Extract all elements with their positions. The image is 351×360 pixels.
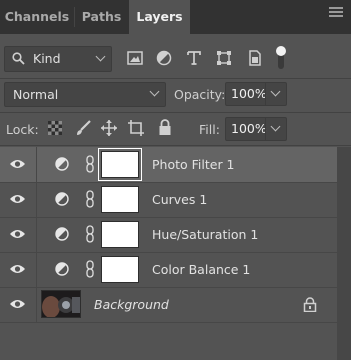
layer-row-hue-saturation[interactable]: Hue/Saturation 1 <box>0 217 337 253</box>
layer-thumbnail[interactable] <box>41 290 81 318</box>
opacity-field[interactable]: 100% <box>225 82 287 106</box>
opacity-dropdown[interactable] <box>265 83 286 105</box>
panel-menu-icon[interactable] <box>329 7 343 17</box>
visibility-toggle[interactable] <box>0 252 37 287</box>
layer-mask-thumbnail[interactable] <box>101 221 139 248</box>
layer-name: Color Balance 1 <box>152 262 251 277</box>
eye-icon <box>10 195 25 203</box>
layer-mask-thumbnail[interactable] <box>101 186 139 213</box>
tab-channels[interactable]: Channels <box>0 0 74 34</box>
layer-row-curves[interactable]: Curves 1 <box>0 182 337 218</box>
lock-image-pixels-icon[interactable] <box>74 119 92 137</box>
lock-icon[interactable] <box>303 297 317 312</box>
layer-row-background[interactable]: Background <box>0 287 337 323</box>
chain-link-icon[interactable] <box>86 225 94 243</box>
layer-mask-thumbnail[interactable] <box>101 256 139 283</box>
layer-row-color-balance[interactable]: Color Balance 1 <box>0 252 337 288</box>
chevron-down-icon <box>149 86 160 97</box>
eye-icon <box>10 230 25 238</box>
smart-object-filter-icon[interactable] <box>246 49 264 67</box>
search-icon <box>12 52 25 65</box>
fill-label: Fill: <box>199 122 220 137</box>
type-filter-icon[interactable] <box>185 49 203 67</box>
shape-filter-icon[interactable] <box>215 49 233 67</box>
adjustment-layer-icon <box>55 157 69 171</box>
filter-kind-label: Kind <box>33 51 61 66</box>
lock-position-icon[interactable] <box>100 119 118 137</box>
blend-mode-value: Normal <box>13 87 59 102</box>
layer-name: Photo Filter 1 <box>152 157 235 172</box>
tab-layers[interactable]: Layers <box>129 0 190 34</box>
visibility-toggle[interactable] <box>0 147 37 182</box>
adjustment-layer-icon <box>55 262 69 276</box>
fill-field[interactable]: 100% <box>225 117 287 141</box>
divider <box>0 145 351 146</box>
lock-artboard-icon[interactable] <box>127 119 145 137</box>
chain-link-icon[interactable] <box>86 155 94 173</box>
chevron-down-icon <box>95 51 106 62</box>
fill-dropdown[interactable] <box>265 118 286 140</box>
visibility-toggle[interactable] <box>0 182 37 217</box>
layer-name: Hue/Saturation 1 <box>152 227 259 242</box>
opacity-value: 100% <box>231 86 267 101</box>
chain-link-icon[interactable] <box>86 190 94 208</box>
opacity-label: Opacity: <box>174 87 226 102</box>
panel-tab-bar: Channels Paths Layers <box>0 0 351 34</box>
eye-icon <box>10 300 25 308</box>
thumbnail-image <box>42 291 80 317</box>
divider <box>0 112 351 113</box>
fill-value: 100% <box>231 121 267 136</box>
blend-mode-select[interactable]: Normal <box>4 82 166 107</box>
chevron-down-icon <box>270 121 281 132</box>
layer-name: Curves 1 <box>152 192 208 207</box>
layer-mask-thumbnail[interactable] <box>98 148 142 181</box>
adjustment-filter-icon[interactable] <box>155 49 173 67</box>
divider <box>0 78 351 79</box>
layers-list: Photo Filter 1 Curves 1 Hue/Saturation 1… <box>0 147 337 360</box>
layer-row-photo-filter[interactable]: Photo Filter 1 <box>0 147 337 183</box>
adjustment-layer-icon <box>55 192 69 206</box>
eye-icon <box>10 160 25 168</box>
filter-toggle-icon[interactable] <box>275 45 287 71</box>
scrollbar-track[interactable] <box>337 147 351 360</box>
image-filter-icon[interactable] <box>126 49 144 67</box>
visibility-toggle[interactable] <box>0 287 37 322</box>
lock-label: Lock: <box>6 122 39 137</box>
lock-transparent-pixels-icon[interactable] <box>48 121 62 135</box>
filter-kind-select[interactable]: Kind <box>4 46 112 72</box>
chevron-down-icon <box>270 86 281 97</box>
adjustment-layer-icon <box>55 227 69 241</box>
tab-paths[interactable]: Paths <box>74 0 129 34</box>
lock-all-icon[interactable] <box>158 119 172 136</box>
chain-link-icon[interactable] <box>86 260 94 278</box>
layer-name: Background <box>94 297 169 312</box>
visibility-toggle[interactable] <box>0 217 37 252</box>
eye-icon <box>10 265 25 273</box>
